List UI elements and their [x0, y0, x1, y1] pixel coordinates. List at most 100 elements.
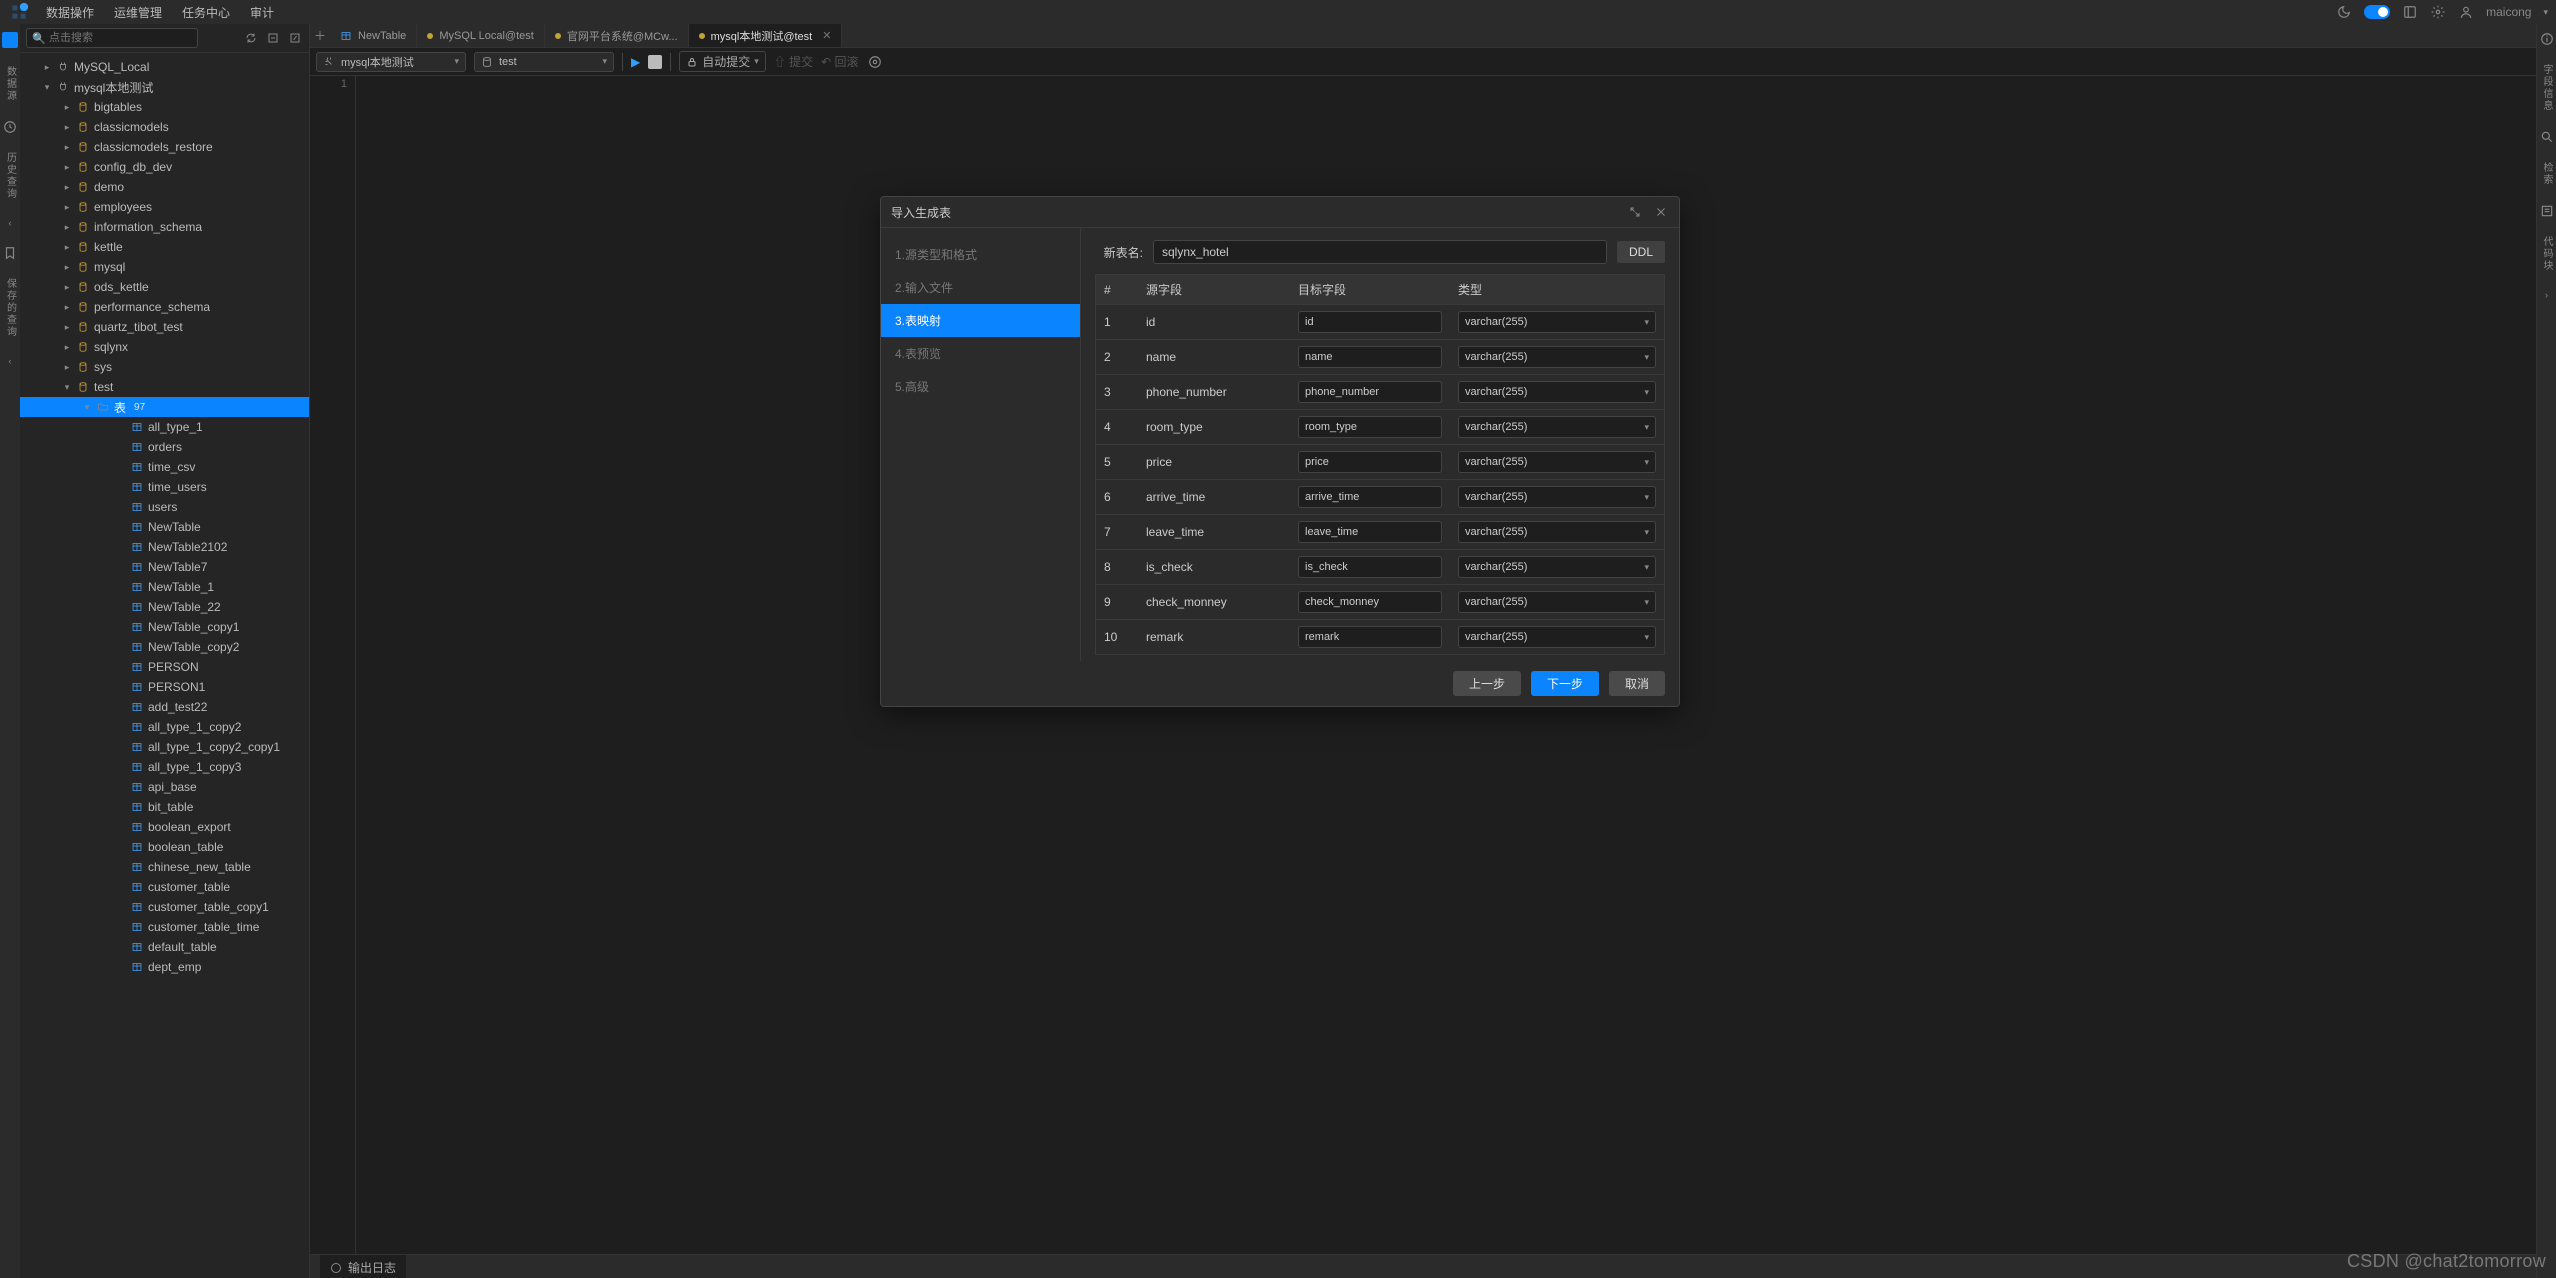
caret-icon[interactable]: ▸ — [62, 322, 72, 333]
caret-icon[interactable]: ▸ — [62, 342, 72, 353]
wizard-step[interactable]: 4.表预览 — [881, 337, 1080, 370]
caret-icon[interactable]: ▸ — [62, 122, 72, 133]
type-select[interactable]: varchar(255)▾ — [1458, 451, 1656, 473]
tree-item[interactable]: NewTable_copy1 — [20, 617, 309, 637]
type-select[interactable]: varchar(255)▾ — [1458, 521, 1656, 543]
type-select[interactable]: varchar(255)▾ — [1458, 416, 1656, 438]
tree-item[interactable]: default_table — [20, 937, 309, 957]
editor-tab[interactable]: mysql本地测试@test✕ — [689, 24, 843, 47]
tree-item[interactable]: all_type_1_copy2_copy1 — [20, 737, 309, 757]
tree-item[interactable]: ▸ MySQL_Local — [20, 57, 309, 77]
wizard-step[interactable]: 1.源类型和格式 — [881, 238, 1080, 271]
close-icon[interactable] — [1653, 204, 1669, 220]
target-field-input[interactable] — [1298, 591, 1442, 613]
tree-item[interactable]: ▸ config_db_dev — [20, 157, 309, 177]
tree-item[interactable]: all_type_1_copy2 — [20, 717, 309, 737]
caret-icon[interactable]: ▸ — [62, 302, 72, 313]
tree-item[interactable]: ▸ demo — [20, 177, 309, 197]
tree-item[interactable]: ▸ bigtables — [20, 97, 309, 117]
type-select[interactable]: varchar(255)▾ — [1458, 486, 1656, 508]
rail-saved-label[interactable]: 保存的查询 — [3, 278, 18, 338]
autocommit-toggle[interactable]: 自动提交 ▾ — [679, 51, 766, 72]
target-field-input[interactable] — [1298, 346, 1442, 368]
user-name[interactable]: maicong — [2486, 5, 2531, 19]
tree-item[interactable]: ▸ sqlynx — [20, 337, 309, 357]
type-select[interactable]: varchar(255)▾ — [1458, 591, 1656, 613]
menu-task-center[interactable]: 任务中心 — [182, 4, 230, 21]
tree-item[interactable]: ▸ classicmodels — [20, 117, 309, 137]
target-field-input[interactable] — [1298, 486, 1442, 508]
right-search-label[interactable]: 检索 — [2539, 162, 2554, 186]
tree-item[interactable]: NewTable_copy2 — [20, 637, 309, 657]
tree-item[interactable]: boolean_table — [20, 837, 309, 857]
target-field-input[interactable] — [1298, 556, 1442, 578]
rail-db-icon[interactable] — [2, 32, 18, 48]
caret-icon[interactable]: ▸ — [62, 282, 72, 293]
right-info-label[interactable]: 字段信息 — [2539, 64, 2554, 112]
caret-icon[interactable]: ▸ — [42, 62, 52, 73]
wizard-step[interactable]: 3.表映射 — [881, 304, 1080, 337]
tree-item[interactable]: NewTable_1 — [20, 577, 309, 597]
tree-item[interactable]: PERSON1 — [20, 677, 309, 697]
tree-item[interactable]: ▸ employees — [20, 197, 309, 217]
tree-item[interactable]: PERSON — [20, 657, 309, 677]
editor-tab[interactable]: MySQL Local@test — [417, 24, 545, 47]
rail-saved-icon[interactable] — [3, 246, 17, 260]
refresh-icon[interactable] — [243, 30, 259, 46]
tree-item[interactable]: time_csv — [20, 457, 309, 477]
info-icon[interactable] — [2540, 32, 2554, 46]
cancel-button[interactable]: 取消 — [1609, 671, 1665, 696]
rail-collapse-icon[interactable]: › — [2545, 290, 2548, 300]
rail-db-label[interactable]: 数据源 — [3, 66, 18, 102]
target-field-input[interactable] — [1298, 311, 1442, 333]
rail-history-icon[interactable] — [3, 120, 17, 134]
output-log-tab[interactable]: 输出日志 — [320, 1255, 406, 1278]
menu-ops-mgmt[interactable]: 运维管理 — [114, 4, 162, 21]
tab-close-icon[interactable]: ✕ — [822, 29, 831, 42]
search-input[interactable] — [26, 28, 198, 48]
collapse-all-icon[interactable] — [265, 30, 281, 46]
editor-tab[interactable]: 官网平台系统@MCw... — [545, 24, 689, 47]
target-field-input[interactable] — [1298, 451, 1442, 473]
tree-item[interactable]: ▾ mysql本地测试 — [20, 77, 309, 97]
tree-item[interactable]: bit_table — [20, 797, 309, 817]
tree-item[interactable]: NewTable2102 — [20, 537, 309, 557]
next-button[interactable]: 下一步 — [1531, 671, 1599, 696]
conn-select[interactable]: mysql本地测试 ▾ — [316, 52, 466, 72]
commit-button[interactable]: ⇧ 提交 — [774, 53, 813, 70]
tree-item[interactable]: ▸ kettle — [20, 237, 309, 257]
caret-icon[interactable]: ▸ — [62, 182, 72, 193]
tree-item[interactable]: ▸ information_schema — [20, 217, 309, 237]
caret-icon[interactable]: ▾ — [62, 382, 72, 393]
tree-item[interactable]: api_base — [20, 777, 309, 797]
caret-icon[interactable]: ▸ — [62, 222, 72, 233]
tree-item[interactable]: ▸ sys — [20, 357, 309, 377]
caret-icon[interactable]: ▸ — [62, 142, 72, 153]
right-snippet-label[interactable]: 代码块 — [2539, 236, 2554, 272]
tree-item[interactable]: ▸ performance_schema — [20, 297, 309, 317]
type-select[interactable]: varchar(255)▾ — [1458, 626, 1656, 648]
tree-item[interactable]: all_type_1 — [20, 417, 309, 437]
type-select[interactable]: varchar(255)▾ — [1458, 311, 1656, 333]
wizard-step[interactable]: 5.高级 — [881, 370, 1080, 403]
caret-icon[interactable]: ▾ — [82, 402, 92, 413]
rail-history-label[interactable]: 历史查询 — [3, 152, 18, 200]
menu-data-ops[interactable]: 数据操作 — [46, 4, 94, 21]
target-field-input[interactable] — [1298, 381, 1442, 403]
tree-item[interactable]: ▸ quartz_tibot_test — [20, 317, 309, 337]
tree-item[interactable]: boolean_export — [20, 817, 309, 837]
ddl-button[interactable]: DDL — [1617, 241, 1665, 263]
caret-icon[interactable]: ▸ — [62, 202, 72, 213]
caret-icon[interactable]: ▸ — [62, 242, 72, 253]
tree-item[interactable]: customer_table_time — [20, 917, 309, 937]
expand-icon[interactable] — [1627, 204, 1643, 220]
settings-gear-icon[interactable] — [867, 54, 883, 70]
tree-item[interactable]: ▾ 表97 — [20, 397, 309, 417]
stop-button[interactable] — [648, 55, 662, 69]
table-name-input[interactable] — [1153, 240, 1607, 264]
theme-toggle[interactable] — [2364, 5, 2390, 19]
type-select[interactable]: varchar(255)▾ — [1458, 381, 1656, 403]
tree-item[interactable]: time_users — [20, 477, 309, 497]
caret-icon[interactable]: ▾ — [42, 82, 52, 93]
tree-item[interactable]: users — [20, 497, 309, 517]
